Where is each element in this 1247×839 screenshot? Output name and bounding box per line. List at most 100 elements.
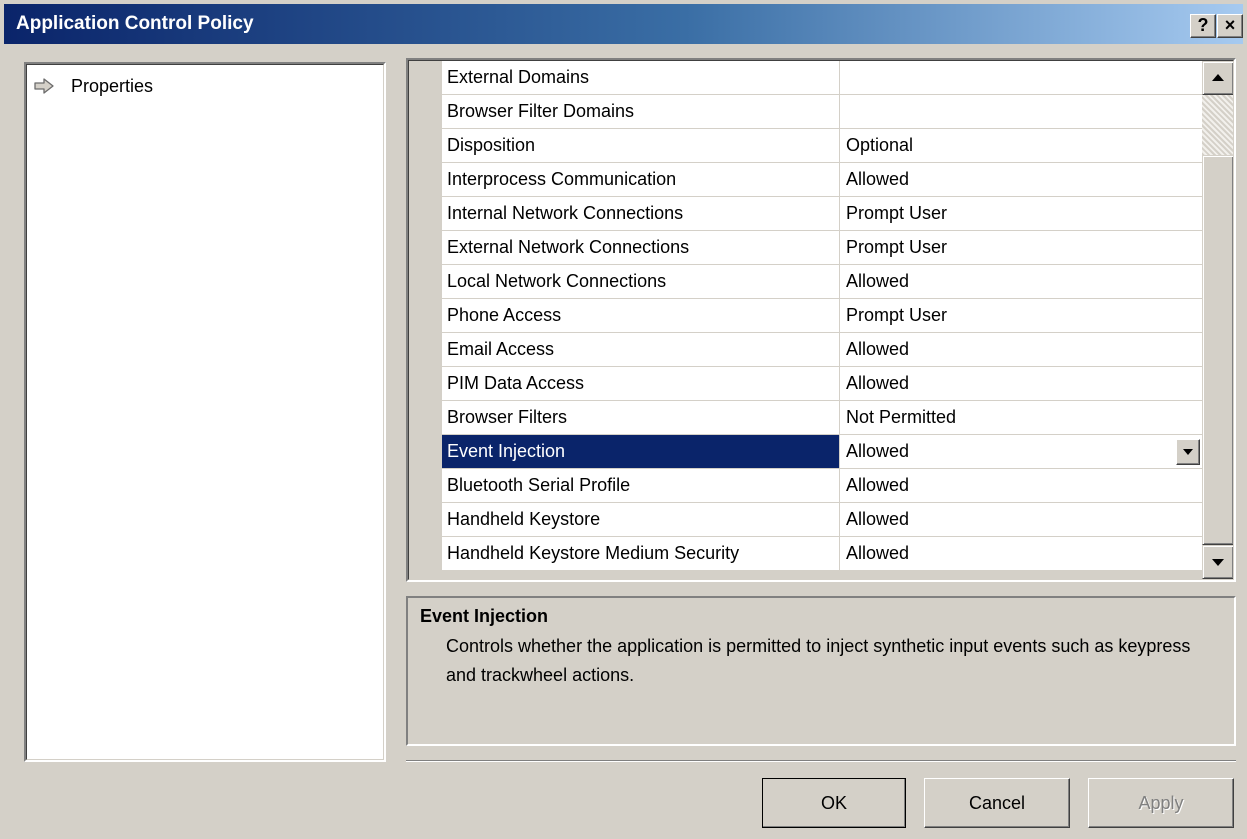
close-button[interactable]: × bbox=[1217, 14, 1243, 38]
property-name[interactable]: Browser Filters bbox=[442, 401, 840, 435]
row-gutter bbox=[409, 129, 442, 163]
description-text: Controls whether the application is perm… bbox=[446, 636, 1191, 685]
property-value-text: Prompt User bbox=[846, 203, 948, 223]
property-value-text: Allowed bbox=[846, 475, 910, 495]
triangle-up-icon bbox=[1212, 74, 1224, 81]
property-name[interactable]: Local Network Connections bbox=[442, 265, 840, 299]
property-value[interactable]: Not Permitted bbox=[840, 401, 1202, 435]
property-value[interactable]: Optional bbox=[840, 129, 1202, 163]
property-value-text: Allowed bbox=[846, 169, 910, 189]
scroll-track[interactable] bbox=[1202, 95, 1233, 155]
property-row[interactable]: Internal Network Connections Prompt User bbox=[409, 197, 1202, 231]
property-value[interactable]: Allowed bbox=[840, 469, 1202, 503]
property-value[interactable]: Allowed bbox=[840, 435, 1202, 469]
property-value[interactable]: Allowed bbox=[840, 537, 1202, 571]
tree-item-properties[interactable]: Properties bbox=[31, 73, 153, 99]
property-row[interactable]: Bluetooth Serial Profile Allowed bbox=[409, 469, 1202, 503]
row-gutter bbox=[409, 435, 442, 469]
property-value[interactable]: Prompt User bbox=[840, 299, 1202, 333]
vertical-scrollbar[interactable] bbox=[1202, 61, 1233, 579]
separator-line bbox=[406, 760, 1236, 762]
property-name[interactable]: Handheld Keystore Medium Security bbox=[442, 537, 840, 571]
property-value-text: Prompt User bbox=[846, 305, 948, 325]
properties-tree: Properties bbox=[24, 62, 386, 762]
row-gutter bbox=[409, 299, 442, 333]
title-bar: Application Control Policy ? × bbox=[4, 4, 1243, 44]
apply-button[interactable]: Apply bbox=[1088, 778, 1234, 828]
property-row[interactable]: Email Access Allowed bbox=[409, 333, 1202, 367]
property-value[interactable]: Prompt User bbox=[840, 231, 1202, 265]
property-value[interactable]: Allowed bbox=[840, 333, 1202, 367]
property-row[interactable]: Handheld Keystore Medium Security Allowed bbox=[409, 537, 1202, 571]
scroll-up-button[interactable] bbox=[1202, 61, 1233, 95]
property-name[interactable]: External Network Connections bbox=[442, 231, 840, 265]
triangle-down-icon bbox=[1212, 559, 1224, 566]
property-value[interactable]: Allowed bbox=[840, 503, 1202, 537]
property-name[interactable]: Browser Filter Domains bbox=[442, 95, 840, 129]
property-name[interactable]: Handheld Keystore bbox=[442, 503, 840, 537]
property-value-text: Allowed bbox=[846, 509, 910, 529]
triangle-down-icon bbox=[1183, 449, 1193, 455]
property-name[interactable]: Bluetooth Serial Profile bbox=[442, 469, 840, 503]
scroll-down-button[interactable] bbox=[1202, 545, 1233, 579]
property-row[interactable]: External Domains bbox=[409, 61, 1202, 95]
property-name[interactable]: Internal Network Connections bbox=[442, 197, 840, 231]
property-row[interactable]: Disposition Optional bbox=[409, 129, 1202, 163]
dialog-window: Application Control Policy ? × Propertie… bbox=[0, 0, 1247, 839]
property-name[interactable]: External Domains bbox=[442, 61, 840, 95]
property-row[interactable]: Browser Filters Not Permitted bbox=[409, 401, 1202, 435]
property-value-text: Allowed bbox=[846, 543, 910, 563]
description-panel: Event Injection Controls whether the app… bbox=[406, 596, 1236, 746]
cancel-button[interactable]: Cancel bbox=[924, 778, 1070, 828]
property-name[interactable]: Interprocess Communication bbox=[442, 163, 840, 197]
row-gutter bbox=[409, 231, 442, 265]
window-title: Application Control Policy bbox=[16, 13, 254, 34]
arrow-right-icon bbox=[31, 76, 57, 96]
property-value[interactable] bbox=[840, 61, 1202, 95]
property-value[interactable]: Prompt User bbox=[840, 197, 1202, 231]
description-title: Event Injection bbox=[420, 606, 549, 626]
help-button[interactable]: ? bbox=[1190, 14, 1216, 38]
value-dropdown-button[interactable] bbox=[1176, 439, 1200, 465]
property-row[interactable]: Handheld Keystore Allowed bbox=[409, 503, 1202, 537]
property-value[interactable]: Allowed bbox=[840, 367, 1202, 401]
property-value[interactable]: Allowed bbox=[840, 163, 1202, 197]
row-gutter bbox=[409, 537, 442, 571]
property-value[interactable]: Allowed bbox=[840, 265, 1202, 299]
property-row[interactable]: External Network Connections Prompt User bbox=[409, 231, 1202, 265]
row-gutter bbox=[409, 95, 442, 129]
property-name[interactable]: PIM Data Access bbox=[442, 367, 840, 401]
scroll-thumb[interactable] bbox=[1202, 155, 1233, 545]
property-value-text: Prompt User bbox=[846, 237, 948, 257]
property-name[interactable]: Disposition bbox=[442, 129, 840, 163]
property-value-text: Not Permitted bbox=[846, 407, 957, 427]
row-gutter bbox=[409, 265, 442, 299]
property-row[interactable]: PIM Data Access Allowed bbox=[409, 367, 1202, 401]
property-grid: External Domains Browser Filter Domains Di… bbox=[406, 58, 1236, 582]
property-value[interactable] bbox=[840, 95, 1202, 129]
row-gutter bbox=[409, 367, 442, 401]
row-gutter bbox=[409, 401, 442, 435]
property-rows: External Domains Browser Filter Domains Di… bbox=[409, 61, 1202, 571]
property-row[interactable]: Phone Access Prompt User bbox=[409, 299, 1202, 333]
property-row[interactable]: Interprocess Communication Allowed bbox=[409, 163, 1202, 197]
property-value-text: Allowed bbox=[846, 441, 910, 461]
row-gutter bbox=[409, 333, 442, 367]
property-name[interactable]: Event Injection bbox=[442, 435, 840, 469]
property-value-text: Optional bbox=[846, 135, 914, 155]
property-name[interactable]: Email Access bbox=[442, 333, 840, 367]
row-gutter bbox=[409, 197, 442, 231]
property-value-text: Allowed bbox=[846, 339, 910, 359]
row-gutter bbox=[409, 163, 442, 197]
row-gutter bbox=[409, 469, 442, 503]
row-gutter bbox=[409, 503, 442, 537]
property-value-text: Allowed bbox=[846, 373, 910, 393]
ok-button[interactable]: OK bbox=[762, 778, 906, 828]
property-row[interactable]: Local Network Connections Allowed bbox=[409, 265, 1202, 299]
property-value-text: Allowed bbox=[846, 271, 910, 291]
property-name[interactable]: Phone Access bbox=[442, 299, 840, 333]
property-row[interactable]: Browser Filter Domains bbox=[409, 95, 1202, 129]
row-gutter bbox=[409, 61, 442, 95]
tree-item-label: Properties bbox=[71, 75, 154, 96]
property-row[interactable]: Event Injection Allowed bbox=[409, 435, 1202, 469]
